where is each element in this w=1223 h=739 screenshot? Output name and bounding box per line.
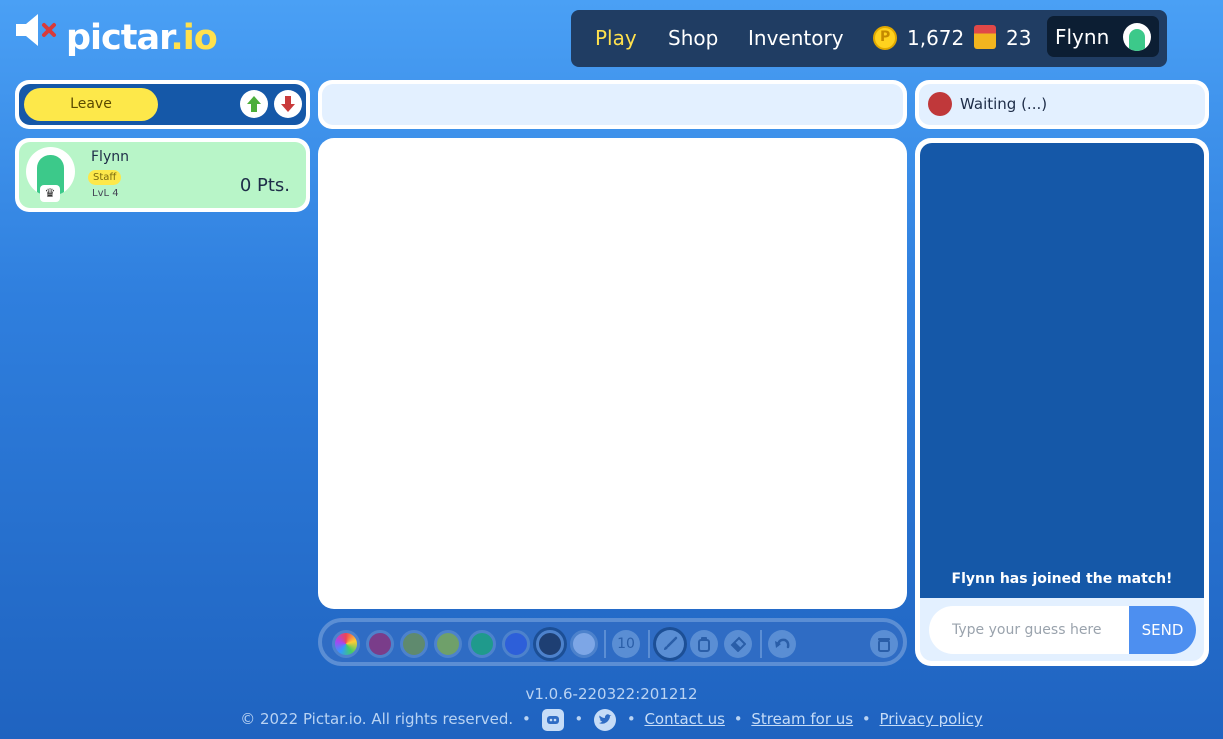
color-swatch[interactable] [434, 630, 462, 658]
leave-button[interactable]: Leave [24, 88, 158, 121]
eraser-icon [730, 636, 746, 652]
twitter-icon[interactable] [594, 708, 617, 731]
brush-icon [664, 636, 678, 650]
staff-badge: Staff [88, 170, 122, 185]
arrow-down-icon [281, 96, 295, 112]
word-hint-bar [318, 80, 907, 129]
chat-panel: Flynn has joined the match! SEND [915, 138, 1209, 666]
arrow-up-icon [247, 96, 261, 112]
gem-balance: 23 [1006, 26, 1032, 50]
send-button[interactable]: SEND [1129, 606, 1196, 654]
coin-balance: 1,672 [907, 26, 965, 50]
bullet-separator: • [733, 710, 743, 728]
coin-icon [873, 26, 897, 50]
paint-bucket-icon [698, 637, 710, 652]
color-swatch-selected[interactable] [536, 630, 564, 658]
status-indicator-icon [928, 92, 952, 116]
lobby-controls: Leave [15, 80, 310, 129]
user-profile-button[interactable]: Flynn [1047, 16, 1159, 57]
color-swatch[interactable] [502, 630, 530, 658]
drawing-toolbar: 10 [318, 618, 907, 666]
color-swatch[interactable] [400, 630, 428, 658]
stream-link[interactable]: Stream for us [751, 710, 853, 728]
nav-shop[interactable]: Shop [668, 24, 718, 52]
paint-bucket-icon [974, 25, 996, 49]
game-status: Waiting (...) [915, 80, 1209, 129]
toolbar-divider [604, 630, 606, 658]
player-name: Flynn [91, 149, 129, 165]
fill-tool-button[interactable] [690, 630, 718, 658]
player-points: 0 Pts. [239, 175, 290, 196]
toolbar-divider [648, 630, 650, 658]
color-swatch[interactable] [570, 630, 598, 658]
toolbar-divider [760, 630, 762, 658]
brush-tool-button[interactable] [656, 630, 684, 658]
chat-log: Flynn has joined the match! [920, 143, 1204, 598]
top-navigation: Play Shop Inventory 1,672 23 Flynn [571, 10, 1167, 67]
discord-icon[interactable] [541, 708, 564, 731]
bullet-separator: • [521, 710, 531, 728]
clear-canvas-button[interactable] [870, 630, 898, 658]
upvote-button[interactable] [240, 90, 268, 118]
user-avatar [1123, 23, 1151, 51]
nav-play[interactable]: Play [595, 24, 637, 52]
privacy-link[interactable]: Privacy policy [880, 710, 983, 728]
contact-link[interactable]: Contact us [644, 710, 724, 728]
logo-main: pictar [66, 18, 171, 58]
undo-icon [775, 638, 790, 649]
chat-form: SEND [920, 598, 1204, 661]
guess-input[interactable] [929, 606, 1131, 654]
undo-button[interactable] [768, 630, 796, 658]
footer: © 2022 Pictar.io. All rights reserved. •… [0, 707, 1223, 731]
bullet-separator: • [574, 710, 584, 728]
nav-inventory[interactable]: Inventory [748, 24, 844, 52]
copyright-text: © 2022 Pictar.io. All rights reserved. [240, 710, 514, 728]
downvote-button[interactable] [274, 90, 302, 118]
player-level: LvL 4 [92, 188, 119, 199]
bullet-separator: • [861, 710, 871, 728]
player-card: ♛ Flynn Staff LvL 4 0 Pts. [15, 138, 310, 212]
status-text: Waiting (...) [960, 95, 1048, 113]
chat-message: Flynn has joined the match! [951, 571, 1173, 587]
eraser-tool-button[interactable] [724, 630, 752, 658]
logo: pictar.io [66, 16, 218, 60]
drawing-canvas[interactable] [318, 138, 907, 609]
trash-icon [878, 638, 890, 652]
bullet-separator: • [626, 710, 636, 728]
logo-suffix: .io [170, 18, 217, 58]
color-swatch[interactable] [366, 630, 394, 658]
brush-size-button[interactable]: 10 [612, 630, 640, 658]
mute-button[interactable] [14, 12, 62, 48]
crown-icon: ♛ [40, 185, 60, 202]
user-name: Flynn [1055, 25, 1110, 49]
version-label: v1.0.6-220322:201212 [525, 685, 698, 703]
color-picker-button[interactable] [332, 630, 360, 658]
speaker-muted-icon [16, 14, 56, 46]
color-swatch[interactable] [468, 630, 496, 658]
